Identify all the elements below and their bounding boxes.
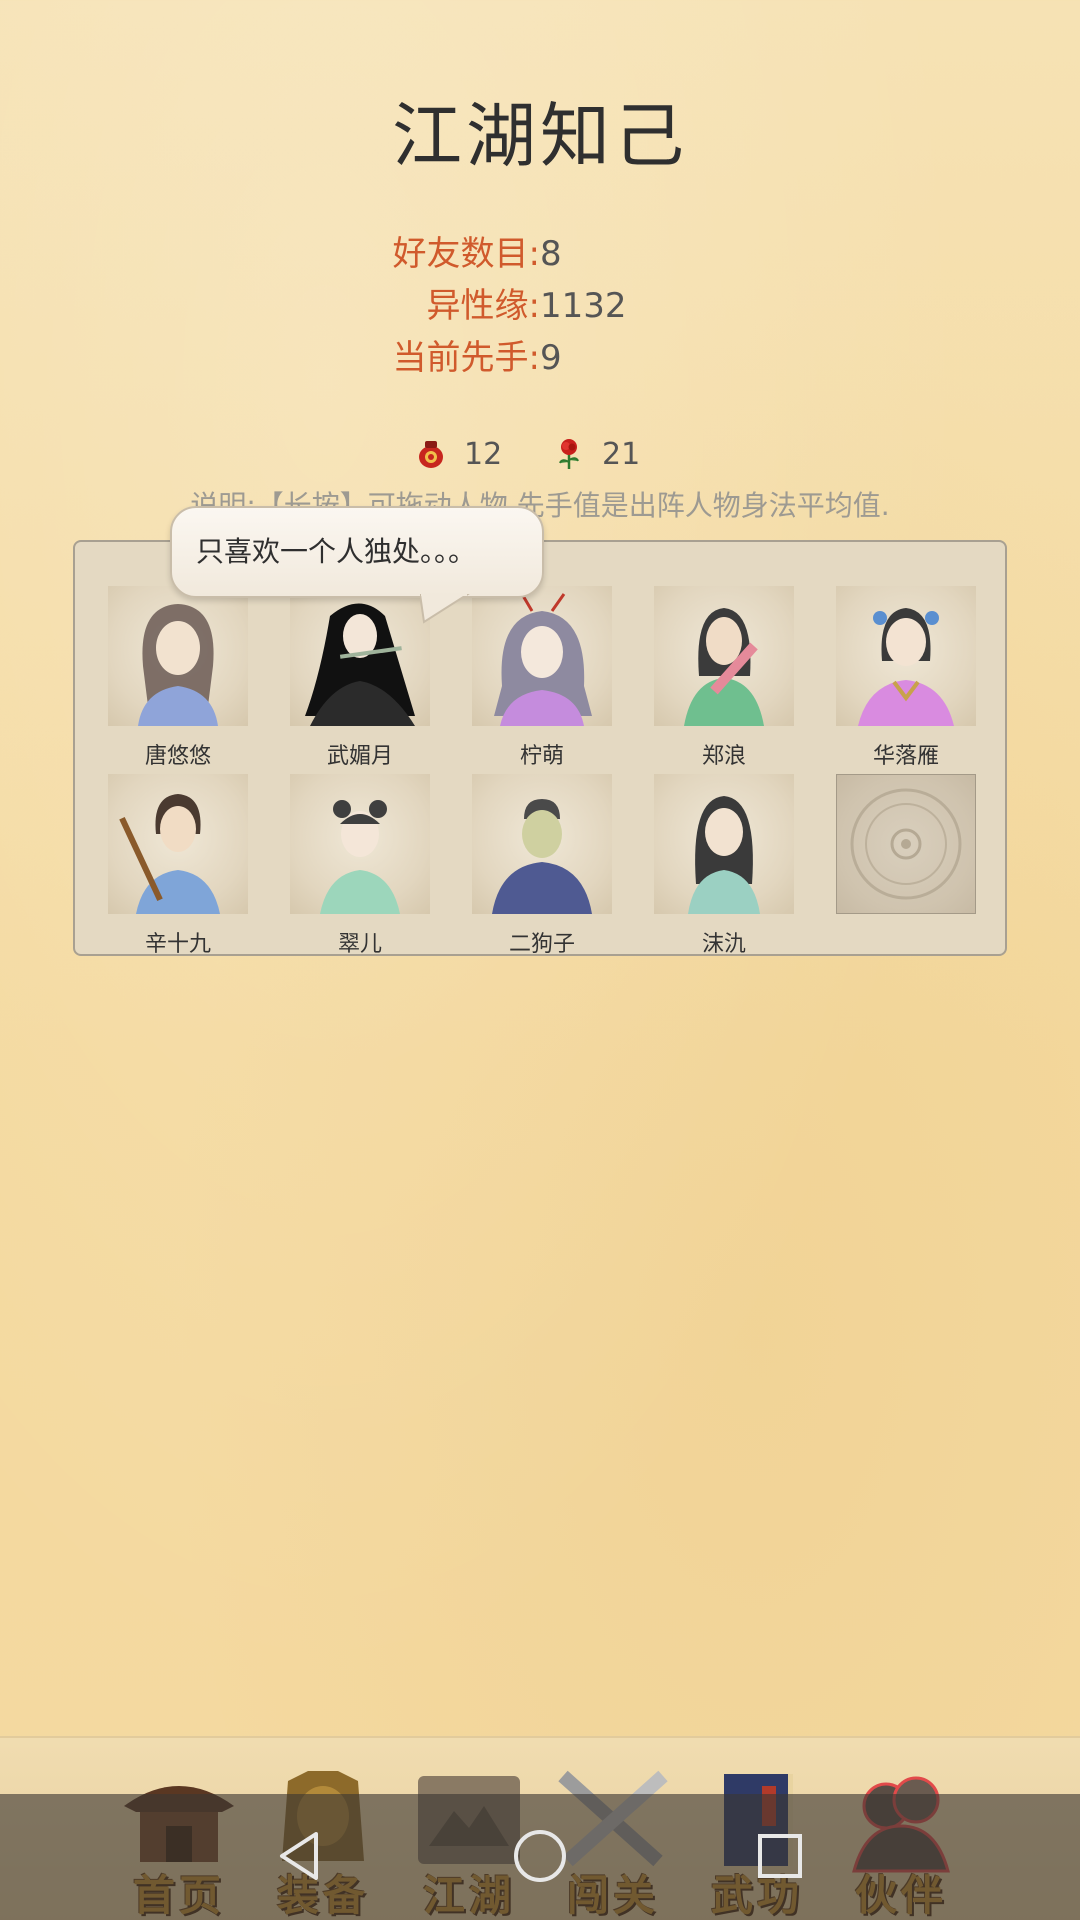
empty-slot[interactable] [836, 774, 976, 914]
character-portrait [654, 586, 794, 726]
stat-romance: 异性缘: [426, 286, 540, 326]
stat-label: 异性缘 [426, 286, 529, 326]
wine-count: 12 [464, 436, 503, 472]
character-card[interactable]: 郑浪 [654, 586, 794, 770]
stat-label: 当前先手 [392, 338, 529, 378]
character-name: 二狗子 [508, 932, 575, 957]
wine-jar-icon [419, 441, 443, 468]
character-card[interactable]: 唐悠悠 [108, 586, 248, 770]
character-portrait [836, 586, 976, 726]
stat-value: 9 [540, 338, 562, 378]
character-card[interactable]: 二狗子 [472, 774, 612, 958]
character-name: 沫氿 [701, 932, 746, 957]
character-portrait [472, 586, 612, 726]
wine-resource: 12 [416, 430, 502, 478]
rose-icon [559, 439, 579, 469]
home-circle-icon[interactable] [510, 1826, 570, 1886]
character-name: 武媚月 [326, 744, 393, 769]
character-card[interactable]: 武媚月 [290, 586, 430, 770]
character-portrait [290, 586, 430, 726]
stat-value: 8 [540, 234, 562, 274]
character-portrait [290, 774, 430, 914]
character-card[interactable]: 柠萌 [472, 586, 612, 770]
stat-value: 1132 [540, 286, 627, 326]
empty-slot-card[interactable] [836, 774, 976, 914]
page-title: 江湖知己 [392, 95, 688, 177]
character-name: 唐悠悠 [144, 744, 211, 769]
companions-panel: 唐悠悠 武媚月 柠萌 郑浪 华落雁 辛十九 翠儿 二狗子 沫氿 [73, 540, 1007, 958]
rose-resource: 21 [554, 430, 640, 478]
character-name: 郑浪 [701, 744, 746, 769]
resources-row: 12 21 [0, 430, 1080, 478]
recent-apps-icon[interactable] [750, 1826, 810, 1886]
character-portrait [472, 774, 612, 914]
stat-label: 好友数目 [392, 234, 529, 274]
character-name: 翠儿 [337, 932, 382, 957]
speech-bubble-tail [420, 594, 470, 624]
character-name: 柠萌 [519, 744, 564, 769]
bronze-mirror-icon [850, 788, 962, 900]
stat-initiative: 当前先手: [392, 338, 540, 378]
stat-friend-count: 好友数目: [392, 234, 540, 274]
character-name: 华落雁 [872, 744, 939, 769]
character-card[interactable]: 华落雁 [836, 586, 976, 770]
speech-bubble: 只喜欢一个人独处。。。 [170, 506, 544, 598]
character-card[interactable]: 沫氿 [654, 774, 794, 958]
character-portrait [108, 774, 248, 914]
character-portrait [108, 586, 248, 726]
character-portrait [654, 774, 794, 914]
back-icon[interactable] [270, 1826, 330, 1886]
character-card[interactable]: 翠儿 [290, 774, 430, 958]
rose-count: 21 [602, 436, 641, 472]
character-name: 辛十九 [144, 932, 211, 957]
character-card[interactable]: 辛十九 [108, 774, 248, 958]
system-nav-bar [0, 1794, 1080, 1920]
